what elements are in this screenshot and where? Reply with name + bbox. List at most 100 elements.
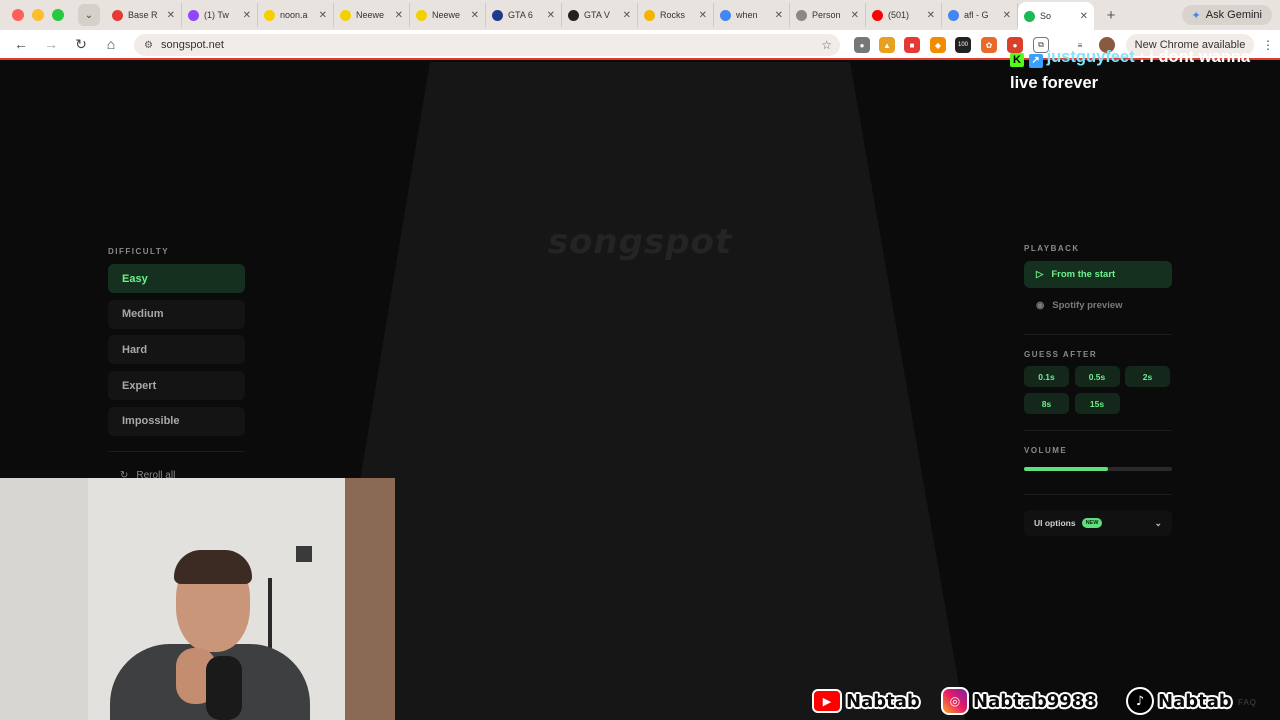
spotify-preview-label: Spotify preview [1052, 300, 1123, 311]
faq-link[interactable]: FAQ [1238, 698, 1257, 707]
youtube-handle: ▶ Nabtab [812, 686, 920, 716]
browser-tab[interactable]: afl - G ✕ [942, 3, 1018, 27]
window-controls [0, 9, 78, 21]
difficulty-list: Easy Medium Hard Expert Impossible [108, 264, 245, 442]
difficulty-option-easy[interactable]: Easy [108, 264, 245, 293]
divider [1024, 430, 1172, 431]
tab-close-icon[interactable]: ✕ [927, 10, 935, 21]
tab-favicon-icon [112, 9, 123, 21]
tab-title: afl - G [964, 10, 989, 20]
browser-tab[interactable]: GTA V ✕ [562, 3, 638, 27]
tab-close-icon[interactable]: ✕ [243, 10, 251, 21]
volume-label: VOLUME [1024, 446, 1068, 455]
ui-options-dropdown[interactable]: UI options NEW ⌄ [1024, 510, 1172, 536]
extension-icon[interactable]: ▲ [879, 37, 895, 53]
url-text[interactable]: songspot.net [161, 39, 813, 51]
site-info-icon[interactable]: ⚙ [144, 40, 153, 51]
browser-tab[interactable]: Neewe ✕ [334, 3, 410, 27]
difficulty-option-expert[interactable]: Expert [108, 371, 245, 401]
youtube-icon: ▶ [812, 689, 842, 713]
ask-gemini-label: Ask Gemini [1205, 9, 1262, 21]
tab-title: Rocks [660, 10, 686, 20]
tab-close-icon[interactable]: ✕ [547, 10, 555, 21]
guess-after-label: GUESS AFTER [1024, 350, 1098, 359]
tab-close-icon[interactable]: ✕ [699, 10, 707, 21]
tab-title: Base R [128, 10, 158, 20]
tab-close-icon[interactable]: ✕ [1003, 10, 1011, 21]
reload-icon[interactable]: ↻ [66, 36, 96, 53]
guess-after-option[interactable]: 0.1s [1024, 366, 1069, 387]
ui-options-label: UI options [1034, 518, 1076, 528]
tab-close-icon[interactable]: ✕ [319, 10, 327, 21]
extension-bulb-icon[interactable]: ● [854, 37, 870, 53]
volume-slider-fill [1024, 467, 1109, 471]
tiktok-icon: ♪ [1126, 687, 1154, 715]
chevron-down-icon: ⌄ [1154, 517, 1162, 528]
difficulty-option-hard[interactable]: Hard [108, 335, 245, 365]
maximize-window-button[interactable] [52, 9, 64, 21]
tab-title: when [736, 10, 758, 20]
tab-close-icon[interactable]: ✕ [395, 10, 403, 21]
songspot-logo: songspot [547, 222, 733, 262]
browser-tab[interactable]: when ✕ [714, 3, 790, 27]
tab-close-icon[interactable]: ✕ [623, 10, 631, 21]
browser-tab[interactable]: So ✕ [1018, 2, 1094, 30]
playback-label: PLAYBACK [1024, 244, 1080, 253]
browser-tab[interactable]: Base R ✕ [106, 3, 182, 27]
spotify-preview-button[interactable]: ◉ Spotify preview [1024, 292, 1172, 319]
back-arrow-icon[interactable]: ← [6, 36, 36, 52]
tab-favicon-icon [416, 9, 427, 21]
extension-badge-icon[interactable]: 100 [955, 37, 971, 53]
tab-favicon-icon [568, 9, 579, 21]
home-icon[interactable]: ⌂ [96, 36, 126, 52]
instagram-icon: ◎ [941, 687, 969, 715]
browser-tab[interactable]: Person ✕ [790, 3, 866, 27]
guess-after-option[interactable]: 15s [1074, 393, 1120, 414]
tab-close-icon[interactable]: ✕ [471, 10, 479, 21]
browser-tab[interactable]: noon.a ✕ [258, 3, 334, 27]
tab-search-chevron-icon[interactable]: ⌄ [78, 4, 100, 26]
minimize-window-button[interactable] [32, 9, 44, 21]
tab-title: (1) Tw [204, 10, 229, 20]
browser-tab[interactable]: Rocks ✕ [638, 3, 714, 27]
tab-close-icon[interactable]: ✕ [167, 10, 175, 21]
new-tab-plus-icon[interactable]: + [1100, 7, 1122, 24]
tab-favicon-icon [492, 9, 503, 21]
from-the-start-button[interactable]: ▷ From the start [1024, 261, 1172, 288]
guess-after-option[interactable]: 0.5s [1074, 366, 1120, 387]
ask-gemini-button[interactable]: ✦ Ask Gemini [1181, 5, 1272, 25]
tab-close-icon[interactable]: ✕ [1080, 11, 1088, 22]
tiktok-handle-text: Nabtab [1158, 690, 1232, 712]
extension-icon[interactable]: ✿ [981, 37, 997, 53]
browser-tab[interactable]: (1) Tw ✕ [182, 3, 258, 27]
guess-after-option[interactable]: 2s [1125, 366, 1170, 387]
tab-favicon-icon [796, 9, 807, 21]
volume-slider[interactable] [1024, 467, 1172, 471]
browser-tab[interactable]: (501) ✕ [866, 3, 942, 27]
tab-title: GTA 6 [508, 10, 533, 20]
browser-tab[interactable]: GTA 6 ✕ [486, 3, 562, 27]
tab-close-icon[interactable]: ✕ [851, 10, 859, 21]
tab-title: GTA V [584, 10, 610, 20]
instagram-handle-text: Nabtab9988 [973, 690, 1097, 712]
chat-username: justguyfeet [1046, 48, 1135, 66]
divider [1024, 494, 1172, 495]
forward-arrow-icon[interactable]: → [36, 36, 66, 52]
difficulty-option-medium[interactable]: Medium [108, 299, 245, 329]
streamer-webcam [0, 478, 395, 720]
address-bar[interactable]: ⚙ songspot.net ☆ [134, 34, 840, 56]
extension-icon[interactable]: ◆ [930, 37, 946, 53]
extension-icon[interactable]: ■ [904, 37, 920, 53]
guess-after-option[interactable]: 8s [1024, 393, 1069, 414]
instagram-handle: ◎ Nabtab9988 [941, 686, 1097, 716]
difficulty-option-impossible[interactable]: Impossible [108, 406, 245, 436]
browser-tab[interactable]: Neewe ✕ [410, 3, 486, 27]
tab-list: Base R ✕ (1) Tw ✕ noon.a ✕ Neewe ✕ Neewe ✕ GTA 6 ✕ G… [106, 0, 1094, 30]
browser-tab-strip: ⌄ Base R ✕ (1) Tw ✕ noon.a ✕ Neewe ✕ Neewe ✕ GTA 6… [0, 0, 1280, 30]
spotify-icon: ◉ [1036, 300, 1045, 311]
bookmark-star-icon[interactable]: ☆ [821, 38, 832, 52]
gemini-spark-icon: ✦ [1191, 9, 1201, 22]
close-window-button[interactable] [12, 9, 24, 21]
from-the-start-label: From the start [1051, 269, 1116, 280]
tab-close-icon[interactable]: ✕ [775, 10, 783, 21]
